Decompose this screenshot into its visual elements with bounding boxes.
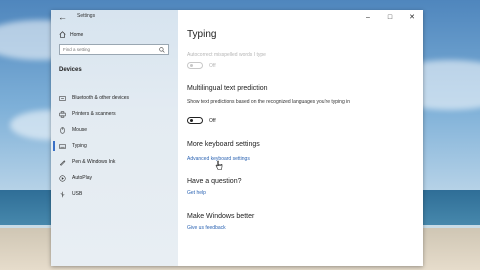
make-windows-better-heading: Make Windows better xyxy=(187,213,255,220)
printer-icon xyxy=(59,110,66,118)
multilingual-heading: Multilingual text prediction xyxy=(187,85,268,92)
question-heading: Have a question? xyxy=(187,178,242,185)
bluetooth-icon xyxy=(59,95,66,101)
sidebar-item-pen[interactable]: Pen & Windows Ink xyxy=(51,154,178,170)
sidebar-nav: Bluetooth & other devices Printers & sca… xyxy=(51,90,178,202)
home-nav-item[interactable]: Home xyxy=(59,31,83,38)
keyboard-icon xyxy=(59,143,66,149)
autoplay-icon xyxy=(59,174,66,182)
get-help-link[interactable]: Get help xyxy=(187,190,206,196)
multilingual-description: Show text predictions based on the recog… xyxy=(187,99,351,105)
sidebar-item-autoplay[interactable]: AutoPlay xyxy=(51,170,178,186)
sidebar-item-label: Pen & Windows Ink xyxy=(72,159,116,165)
sidebar-item-bluetooth[interactable]: Bluetooth & other devices xyxy=(51,90,178,106)
hand-cursor-icon xyxy=(215,160,223,170)
sidebar-item-label: Printers & scanners xyxy=(72,111,116,117)
give-feedback-link[interactable]: Give us feedback xyxy=(187,225,226,231)
back-arrow-icon[interactable]: ← xyxy=(58,11,67,23)
sidebar-item-typing[interactable]: Typing xyxy=(51,138,178,154)
sidebar: Home Find a setting Devices Bluetooth & … xyxy=(51,10,178,266)
mouse-icon xyxy=(60,126,65,134)
section-label-devices: Devices xyxy=(59,67,82,73)
autocorrect-label: Autocorrect misspelled words I type xyxy=(187,52,266,58)
main-content: Typing Autocorrect misspelled words I ty… xyxy=(187,10,423,266)
sidebar-item-mouse[interactable]: Mouse xyxy=(51,122,178,138)
sidebar-item-label: Mouse xyxy=(72,127,88,133)
sidebar-item-label: Bluetooth & other devices xyxy=(72,95,129,101)
toggle-knob xyxy=(190,119,193,122)
app-title: Settings xyxy=(77,13,96,19)
home-icon xyxy=(59,31,66,38)
search-placeholder: Find a setting xyxy=(63,47,91,52)
settings-window: Home Find a setting Devices Bluetooth & … xyxy=(51,10,423,266)
sidebar-item-printers[interactable]: Printers & scanners xyxy=(51,106,178,122)
autocorrect-toggle[interactable] xyxy=(187,62,203,69)
search-input[interactable]: Find a setting xyxy=(59,44,169,55)
home-label: Home xyxy=(70,31,84,38)
sidebar-item-label: Typing xyxy=(72,143,87,149)
page-title: Typing xyxy=(187,29,217,40)
sidebar-item-label: USB xyxy=(72,191,83,197)
toggle-knob xyxy=(190,64,193,67)
multilingual-toggle[interactable] xyxy=(187,117,203,124)
search-icon xyxy=(159,46,165,53)
sidebar-item-usb[interactable]: USB xyxy=(51,186,178,202)
autocorrect-state: Off xyxy=(209,63,216,69)
multilingual-state: Off xyxy=(209,118,216,124)
sidebar-item-label: AutoPlay xyxy=(72,175,93,181)
pen-icon xyxy=(60,159,66,166)
usb-icon xyxy=(60,191,65,197)
more-keyboard-heading: More keyboard settings xyxy=(187,141,260,148)
